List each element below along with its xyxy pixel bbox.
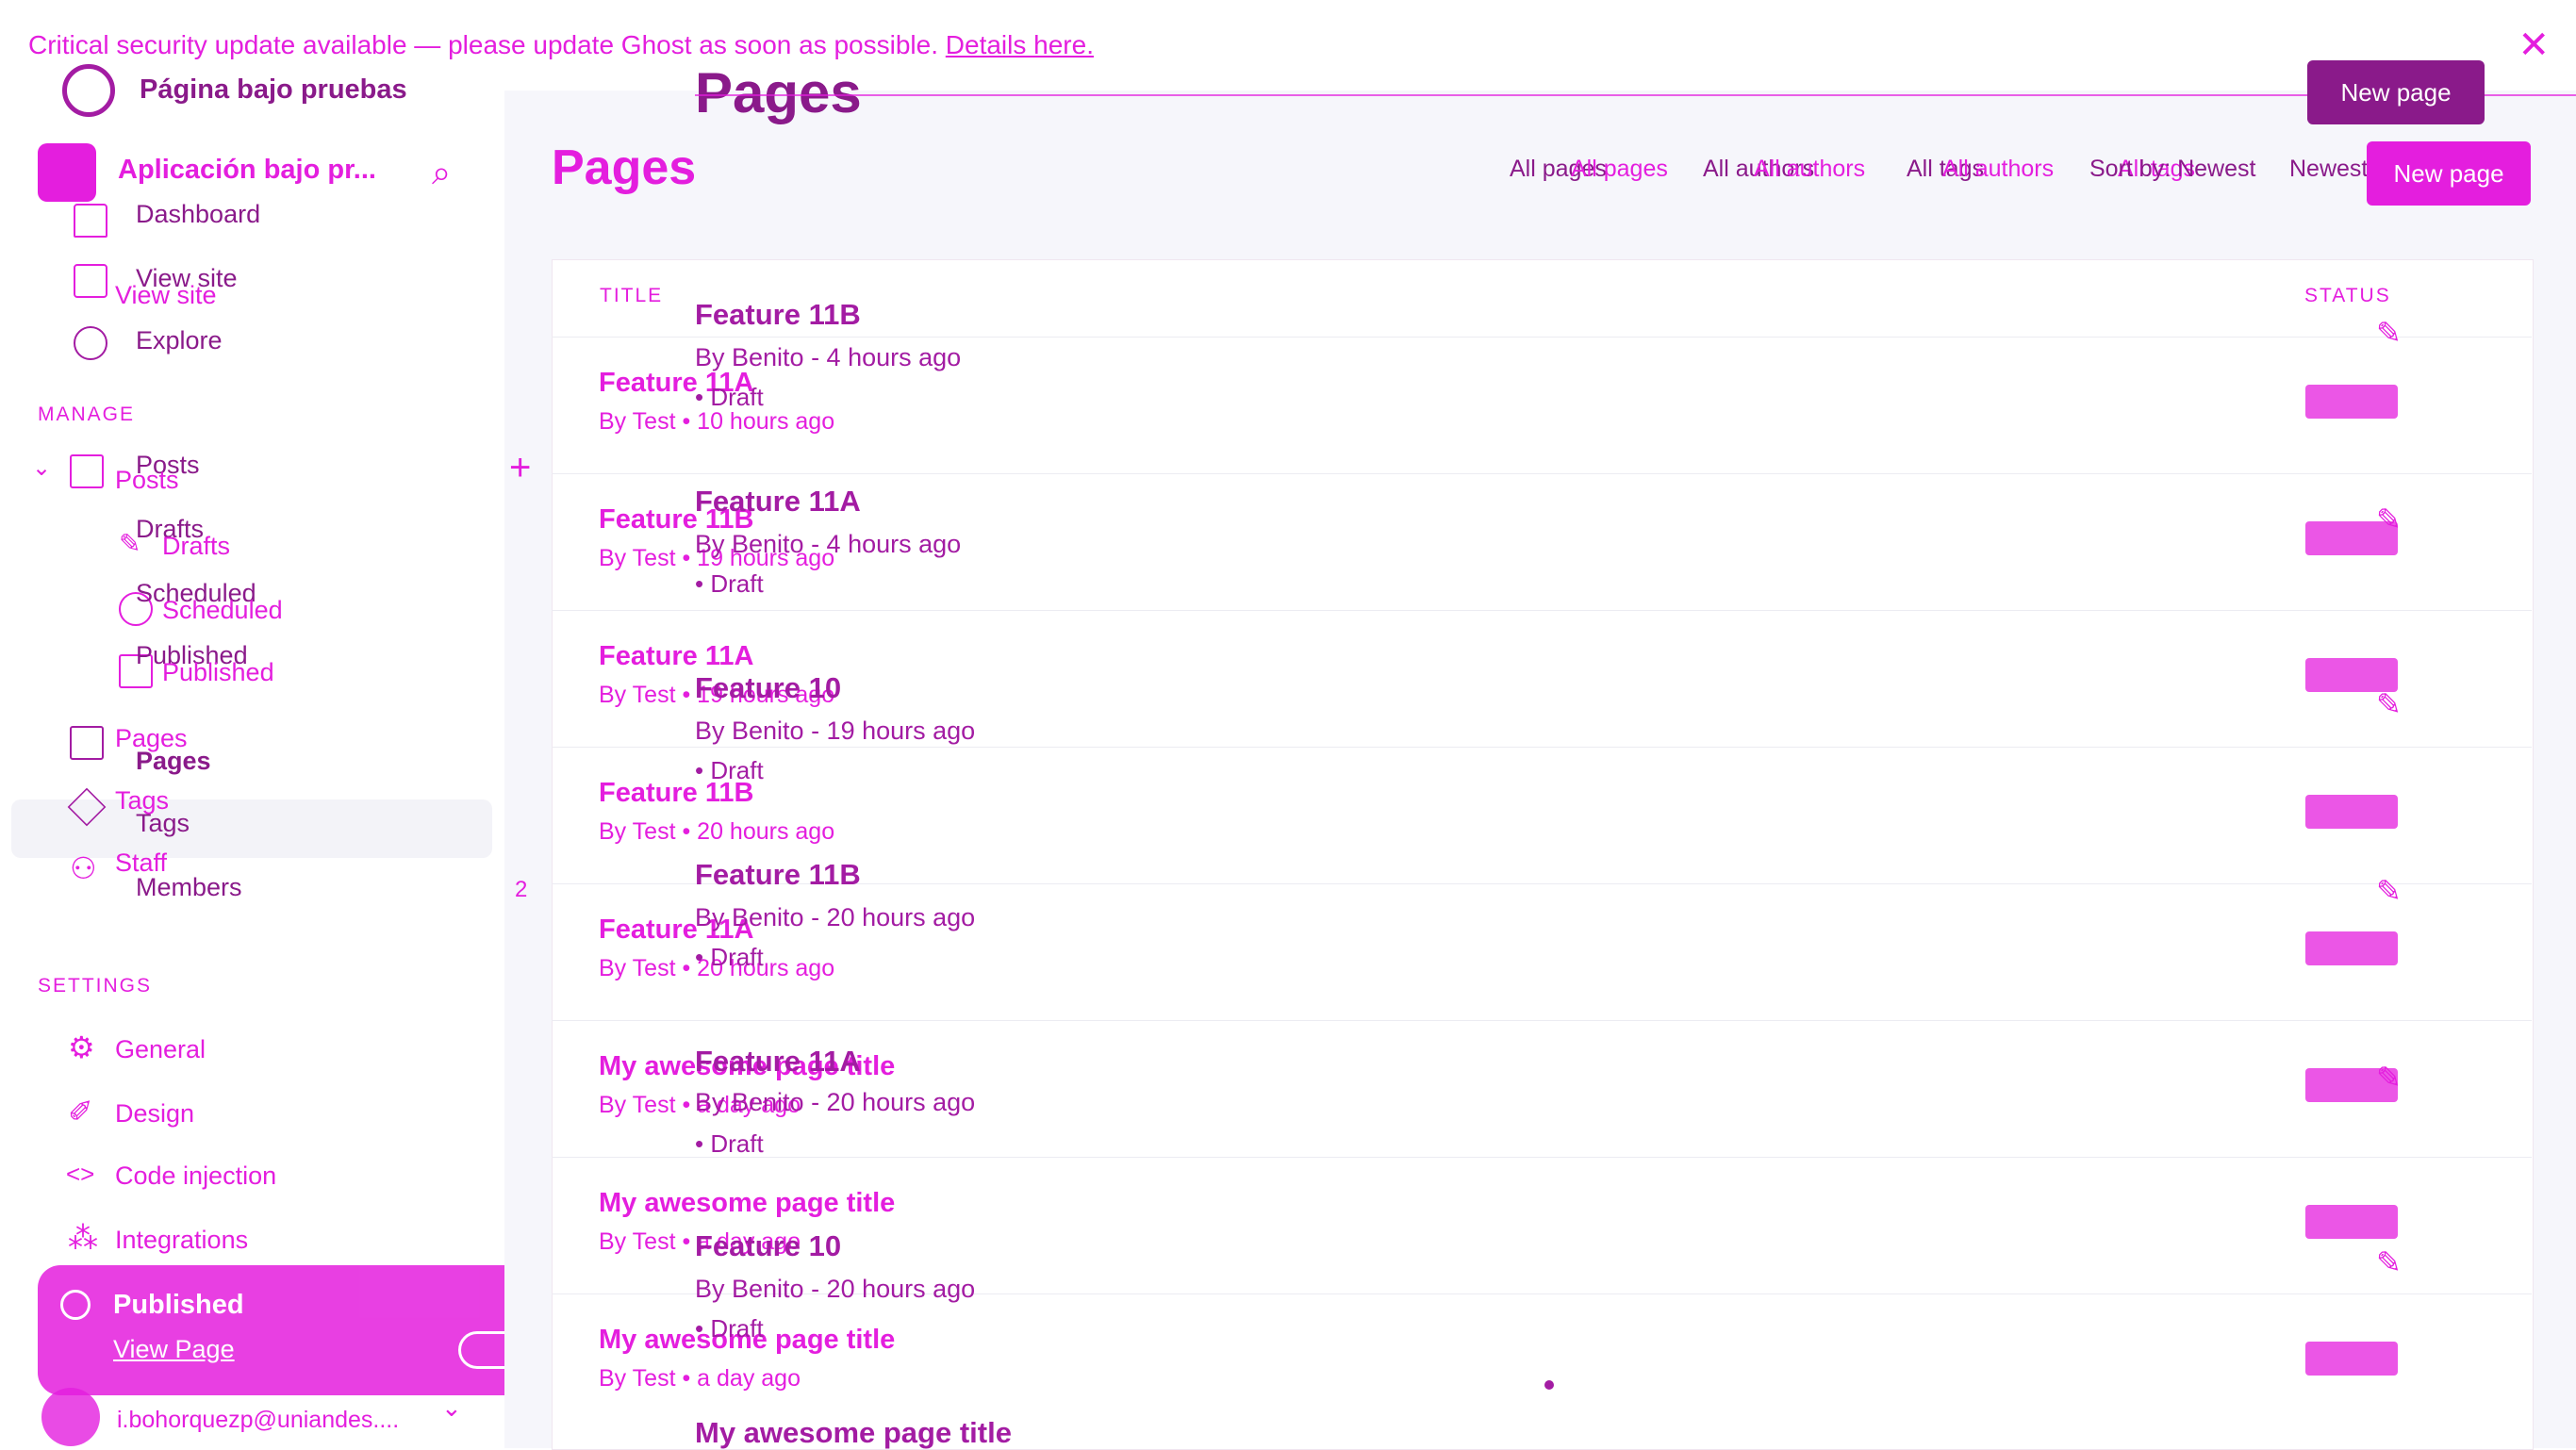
overlay-row-title[interactable]: Feature 10 <box>695 671 841 705</box>
table-row[interactable]: My awesome page title By Test • a day ag… <box>552 1293 2532 1431</box>
chevron-down-icon[interactable]: ⌄ <box>441 1393 462 1423</box>
status-badge <box>2305 795 2398 829</box>
status-badge <box>2305 931 2398 965</box>
page-title: Pages <box>552 140 697 195</box>
sidebar-item-explore[interactable]: Explore <box>136 324 223 356</box>
overlay-row-title[interactable]: Feature 10 <box>695 1229 841 1263</box>
filter-all-authors-overlay-2[interactable]: All authors <box>1942 156 2054 183</box>
row-title: My awesome page title <box>599 1188 896 1218</box>
column-title: TITLE <box>600 285 664 306</box>
user-email[interactable]: i.bohorquezp@uniandes.... <box>117 1407 399 1434</box>
site-name: Página bajo pruebas <box>140 74 407 105</box>
overlay-row-title[interactable]: Feature 11B <box>695 298 861 332</box>
pencil-icon[interactable]: ✎ <box>2376 1060 2408 1095</box>
sort-newest[interactable]: Sort by: Newest <box>2089 156 2255 183</box>
overlay-row-status: • Draft <box>695 756 764 784</box>
overlay-row-title[interactable]: Feature 11A <box>695 1045 861 1079</box>
integrations-icon: ⁂ <box>68 1221 98 1255</box>
page-icon <box>70 726 104 760</box>
page-title-overlay: Pages <box>695 61 862 124</box>
overlay-row-status: • Draft <box>695 1129 764 1158</box>
sidebar-item-code-injection[interactable]: Code injection <box>115 1160 276 1192</box>
pencil-icon[interactable]: ✎ <box>2376 502 2408 536</box>
row-title: Feature 11A <box>599 641 754 671</box>
brush-icon: ✐ <box>68 1095 93 1129</box>
row-meta: By Test • a day ago <box>599 1365 801 1392</box>
status-badge <box>2305 1342 2398 1376</box>
globe-icon <box>74 326 107 360</box>
pencil-icon[interactable]: ✎ <box>2376 686 2408 721</box>
plus-icon[interactable]: + <box>509 447 531 489</box>
row-meta: By Test • 20 hours ago <box>599 818 835 845</box>
column-status: STATUS <box>2304 285 2391 306</box>
browser-icon <box>74 264 107 298</box>
sidebar-item-general[interactable]: General <box>115 1033 206 1065</box>
new-page-button-overlay[interactable]: New page <box>2307 60 2485 124</box>
pencil-icon[interactable]: ✎ <box>2376 873 2408 908</box>
sidebar-item-pages-overlay[interactable]: Pages <box>136 745 211 777</box>
overlay-row-meta: By Benito - 4 hours ago <box>695 343 962 371</box>
overlay-row-meta: By Benito - 20 hours ago <box>695 1088 976 1116</box>
toast-view-page-link[interactable]: View Page <box>113 1335 235 1364</box>
search-icon[interactable]: ⌕ <box>432 153 451 193</box>
banner-details-link[interactable]: Details here. <box>946 30 1094 59</box>
status-badge <box>2305 1205 2398 1239</box>
overlay-row-status: • Draft <box>695 943 764 971</box>
overlay-row-title[interactable]: Feature 11B <box>695 858 861 892</box>
header-rule <box>695 94 2576 96</box>
overlay-row-title[interactable]: My awesome page title <box>695 1416 1012 1450</box>
row-meta: By Test • 10 hours ago <box>599 408 835 435</box>
site-name-overlay: Aplicación bajo pr... <box>118 155 376 185</box>
gear-icon: ⚙ <box>68 1030 95 1064</box>
members-icon: ⚇ <box>70 851 97 885</box>
banner-text: Critical security update available — ple… <box>28 30 938 59</box>
site-logo-overlay <box>38 143 96 202</box>
check-circle-icon <box>60 1290 91 1320</box>
sidebar-item-posts-overlay[interactable]: Posts <box>115 464 179 496</box>
overlay-row-meta: By Benito - 20 hours ago <box>695 1275 976 1303</box>
manage-label: MANAGE <box>38 404 136 425</box>
sidebar-item-members[interactable]: Members <box>136 871 242 903</box>
sidebar-item-drafts-overlay[interactable]: Drafts <box>162 530 230 562</box>
published-toast: Published View Page ✕ <box>38 1265 577 1395</box>
sort-newest-overlay[interactable]: Newest <box>2289 156 2368 183</box>
sidebar-item-published-overlay[interactable]: Published <box>162 656 274 688</box>
sidebar-item-scheduled-overlay[interactable]: Scheduled <box>162 594 283 626</box>
sidebar-item-view-site-overlay[interactable]: View site <box>115 279 217 311</box>
avatar[interactable] <box>41 1388 100 1446</box>
overlay-row-status: • Draft <box>695 383 764 411</box>
site-logo <box>62 64 115 117</box>
code-icon: <> <box>66 1160 95 1188</box>
sidebar-item-dashboard[interactable]: Dashboard <box>136 198 260 230</box>
overlay-row-status: • Draft <box>695 569 764 598</box>
gutter-marker: 2 <box>515 877 528 902</box>
new-page-button[interactable]: New page <box>2367 141 2531 206</box>
overlay-row-status: • Draft <box>695 1314 764 1343</box>
chevron-down-icon[interactable]: ⌄ <box>32 454 51 482</box>
status-badge <box>2305 385 2398 419</box>
sidebar: Página bajo pruebas Aplicación bajo pr..… <box>0 64 504 1448</box>
overlay-row-meta: By Benito - 4 hours ago <box>695 530 962 558</box>
sidebar-item-tags-overlay[interactable]: Tags <box>136 807 190 839</box>
settings-label: SETTINGS <box>38 975 153 997</box>
pencil-icon[interactable]: ✎ <box>2376 1244 2408 1279</box>
sidebar-item-integrations[interactable]: Integrations <box>115 1224 248 1256</box>
close-icon[interactable]: ✕ <box>2518 26 2550 64</box>
filter-all-authors-overlay[interactable]: All authors <box>1754 156 1865 183</box>
loading-dot <box>1544 1380 1554 1390</box>
overlay-row-title[interactable]: Feature 11A <box>695 485 861 519</box>
toast-title: Published <box>113 1290 244 1320</box>
pencil-icon[interactable]: ✎ <box>2376 315 2408 350</box>
home-icon <box>74 204 107 238</box>
sidebar-item-design[interactable]: Design <box>115 1097 194 1129</box>
overlay-row-meta: By Benito - 20 hours ago <box>695 903 976 931</box>
edit-icon <box>70 454 104 488</box>
overlay-row-meta: By Benito - 19 hours ago <box>695 717 976 745</box>
filter-all-pages-overlay[interactable]: All pages <box>1571 156 1668 183</box>
